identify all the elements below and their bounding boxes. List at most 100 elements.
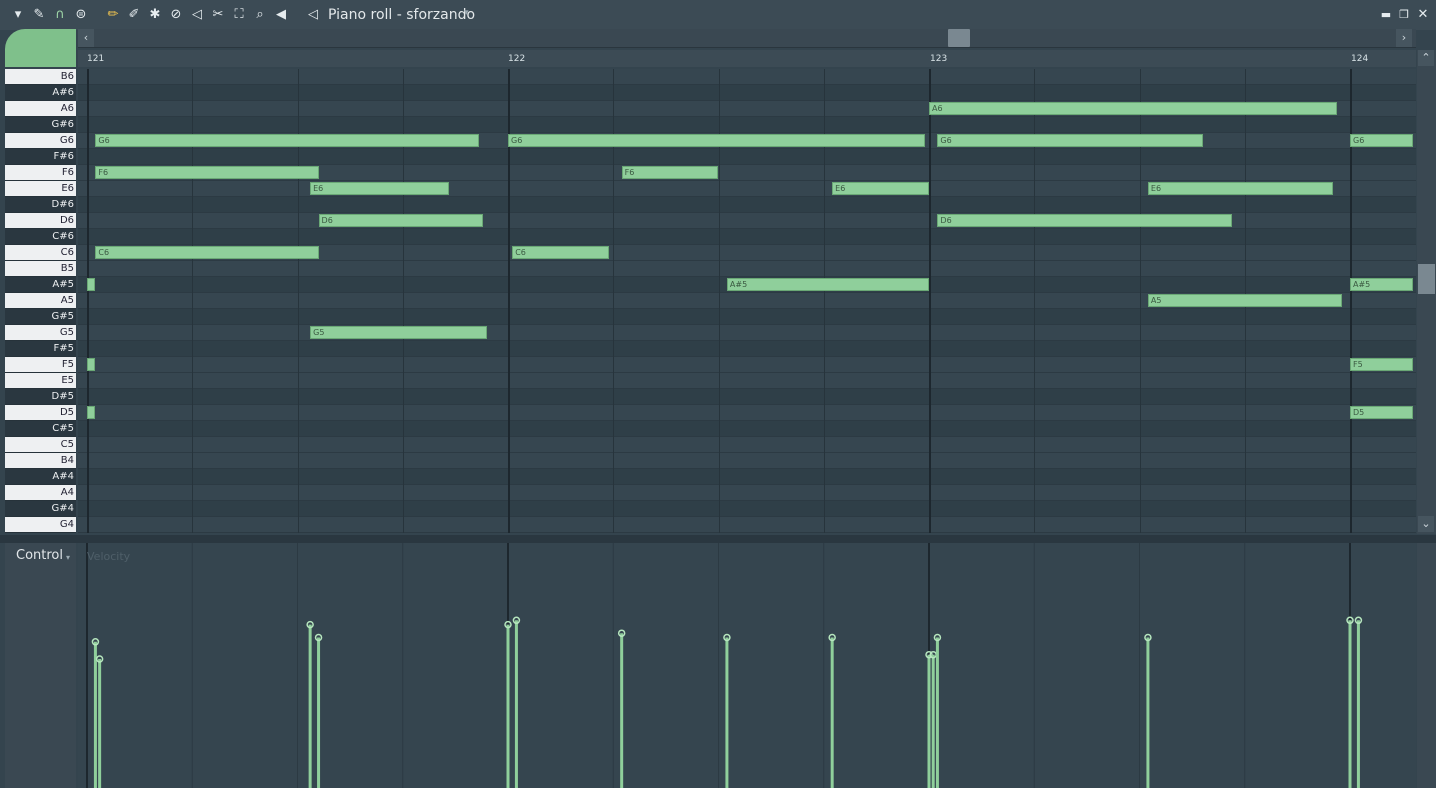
restore-icon[interactable]: ❐ bbox=[1396, 7, 1412, 23]
event-scrollbar[interactable] bbox=[1417, 543, 1436, 788]
pencil-icon[interactable]: ✏ bbox=[105, 7, 121, 23]
slice-icon[interactable]: ✂ bbox=[210, 7, 226, 23]
title-dropdown-icon[interactable]: ▾ bbox=[464, 8, 469, 18]
zoom-icon[interactable]: ⌕ bbox=[252, 7, 268, 23]
bar-label: 123 bbox=[930, 54, 948, 64]
piano-key[interactable]: C#6 bbox=[5, 229, 76, 244]
note[interactable]: F6 bbox=[621, 166, 719, 179]
vertical-scrollbar[interactable]: ⌃ ⌄ bbox=[1417, 50, 1436, 534]
piano-key[interactable]: C#5 bbox=[5, 421, 76, 436]
piano-key[interactable]: G#4 bbox=[5, 501, 76, 516]
horizontal-scroll-thumb[interactable] bbox=[948, 29, 970, 47]
timeline-ruler[interactable]: 121 122 123 124 bbox=[78, 50, 1416, 67]
piano-key[interactable]: A#6 bbox=[5, 85, 76, 100]
piano-key[interactable]: F#5 bbox=[5, 341, 76, 356]
note[interactable]: D6 bbox=[937, 214, 1233, 227]
note[interactable] bbox=[87, 406, 96, 419]
note[interactable]: G6 bbox=[1350, 134, 1414, 147]
piano-key[interactable]: G4 bbox=[5, 517, 76, 532]
note[interactable]: A#5 bbox=[726, 278, 929, 291]
mute-icon[interactable]: ◁ bbox=[189, 7, 205, 23]
note[interactable] bbox=[87, 358, 96, 371]
wrench-icon[interactable]: ✎ bbox=[31, 7, 47, 23]
note-grid[interactable]: A6 G6 G6 G6 G6 F6 F6 E6 E6 E6 D6 D6 C6 C6 A#5 A#5 A5 G5 F5… bbox=[78, 69, 1416, 533]
piano-key[interactable]: C5 bbox=[5, 437, 76, 452]
vertical-scroll-thumb[interactable] bbox=[1418, 264, 1435, 294]
note[interactable]: G6 bbox=[937, 134, 1203, 147]
piano-key[interactable]: F6 bbox=[5, 165, 76, 180]
note[interactable]: G5 bbox=[310, 326, 487, 339]
brush-icon[interactable]: ✐ bbox=[126, 7, 142, 23]
note[interactable]: F5 bbox=[1350, 358, 1414, 371]
piano-key[interactable]: B4 bbox=[5, 453, 76, 468]
piano-key[interactable]: C6 bbox=[5, 245, 76, 260]
grid-row bbox=[78, 325, 1416, 341]
piano-key[interactable]: G#6 bbox=[5, 117, 76, 132]
piano-key[interactable]: G6 bbox=[5, 133, 76, 148]
grid-row bbox=[78, 485, 1416, 501]
minimize-icon[interactable]: ▬ bbox=[1378, 7, 1394, 23]
note[interactable]: D5 bbox=[1350, 406, 1414, 419]
piano-key[interactable]: D#5 bbox=[5, 389, 76, 404]
note[interactable]: A#5 bbox=[1350, 278, 1414, 291]
note[interactable]: E6 bbox=[1147, 182, 1334, 195]
scroll-up-icon[interactable]: ⌃ bbox=[1418, 50, 1434, 66]
paint-icon[interactable]: ✱ bbox=[147, 7, 163, 23]
piano-key[interactable]: E5 bbox=[5, 373, 76, 388]
note[interactable]: A5 bbox=[1147, 294, 1342, 307]
piano-key[interactable]: A#5 bbox=[5, 277, 76, 292]
piano-key[interactable]: D5 bbox=[5, 405, 76, 420]
note[interactable]: C6 bbox=[512, 246, 610, 259]
velocity-chart[interactable] bbox=[78, 543, 1416, 788]
horizontal-scrollbar[interactable]: ‹ › bbox=[78, 29, 1416, 48]
piano-key[interactable]: E6 bbox=[5, 181, 76, 196]
control-target-label: Velocity bbox=[87, 550, 131, 563]
velocity-lane[interactable] bbox=[78, 543, 1416, 788]
close-icon[interactable]: ✕ bbox=[1415, 7, 1431, 23]
bar-label: 122 bbox=[508, 54, 526, 64]
note[interactable]: D6 bbox=[318, 214, 483, 227]
grid-row bbox=[78, 453, 1416, 469]
control-label[interactable]: Control bbox=[16, 548, 63, 563]
piano-key[interactable]: F#6 bbox=[5, 149, 76, 164]
grid-row bbox=[78, 405, 1416, 421]
playback-icon[interactable]: ◀ bbox=[273, 7, 289, 23]
delete-icon[interactable]: ⊘ bbox=[168, 7, 184, 23]
note[interactable]: F6 bbox=[95, 166, 319, 179]
piano-key[interactable]: F5 bbox=[5, 357, 76, 372]
grid-row bbox=[78, 117, 1416, 133]
piano-key[interactable]: D#6 bbox=[5, 197, 76, 212]
grid-row bbox=[78, 421, 1416, 437]
menu-arrow-icon[interactable]: ▾ bbox=[10, 7, 26, 23]
scroll-down-icon[interactable]: ⌄ bbox=[1418, 516, 1434, 532]
scroll-left-icon[interactable]: ‹ bbox=[78, 29, 94, 47]
piano-key[interactable]: A6 bbox=[5, 101, 76, 116]
piano-key[interactable]: G5 bbox=[5, 325, 76, 340]
select-icon[interactable]: ⛶ bbox=[231, 7, 247, 23]
speaker-icon[interactable]: ◁ bbox=[305, 7, 321, 23]
note[interactable]: G6 bbox=[508, 134, 925, 147]
grid-row bbox=[78, 437, 1416, 453]
piano-key[interactable]: B6 bbox=[5, 69, 76, 84]
note[interactable]: A6 bbox=[929, 102, 1338, 115]
piano-key[interactable]: A5 bbox=[5, 293, 76, 308]
piano-key[interactable]: B5 bbox=[5, 261, 76, 276]
note[interactable] bbox=[87, 278, 96, 291]
magnet-icon[interactable]: ∩ bbox=[52, 7, 68, 23]
title-bar: ▾ ✎ ∩ ⊜ ✏ ✐ ✱ ⊘ ◁ ✂ ⛶ ⌕ ◀ ◁ Piano roll -… bbox=[0, 0, 1436, 30]
note[interactable]: E6 bbox=[310, 182, 450, 195]
note[interactable]: E6 bbox=[832, 182, 929, 195]
piano-key[interactable]: G#5 bbox=[5, 309, 76, 324]
note[interactable]: G6 bbox=[95, 134, 479, 147]
piano-keyboard[interactable]: B6 A#6 A6 G#6 G6 F#6 F6 E6 D#6 D6 C#6 C6 B5 A#5 A5 G#5 G… bbox=[5, 69, 76, 533]
grid-row bbox=[78, 229, 1416, 245]
control-dropdown-icon[interactable]: ▾ bbox=[66, 553, 70, 562]
piano-key[interactable]: D6 bbox=[5, 213, 76, 228]
piano-key[interactable]: A4 bbox=[5, 485, 76, 500]
snap-icon[interactable]: ⊜ bbox=[73, 7, 89, 23]
scroll-right-icon[interactable]: › bbox=[1396, 29, 1412, 47]
pane-splitter[interactable] bbox=[0, 535, 1436, 543]
piano-roll-corner[interactable] bbox=[5, 29, 76, 67]
note[interactable]: C6 bbox=[95, 246, 319, 259]
piano-key[interactable]: A#4 bbox=[5, 469, 76, 484]
